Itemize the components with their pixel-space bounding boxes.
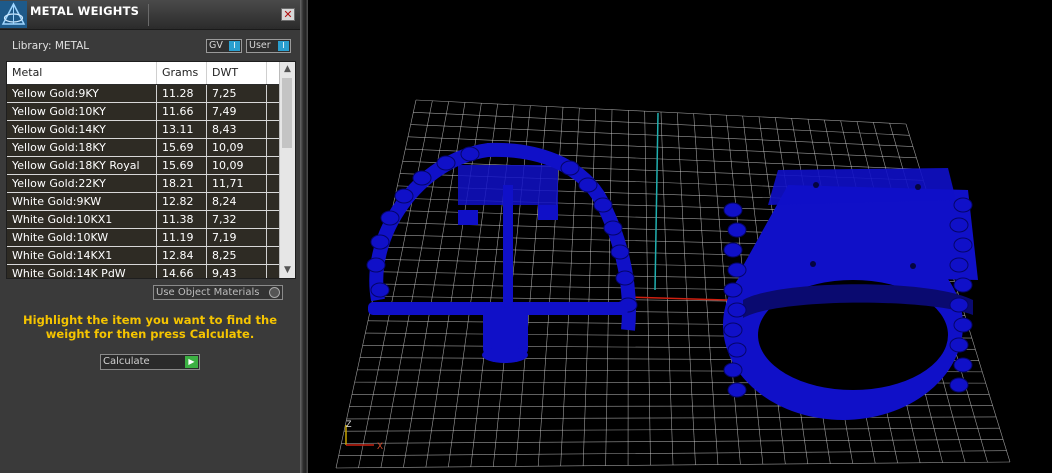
close-icon: ✕ [283,8,293,21]
axis-gizmo: Z X [345,419,383,451]
metal-table: Metal Grams DWT Yellow Gold:9KY 11.28 7,25… [6,61,296,279]
grams-cell: 12.84 [157,247,207,264]
gv-toggle-icon: I [229,41,240,51]
metal-cell: Yellow Gold:14KY [7,121,157,138]
table-header: Metal Grams DWT [7,62,279,84]
user-toggle-icon: I [278,41,289,51]
grams-cell: 18.21 [157,175,207,192]
metal-cell: White Gold:9KW [7,193,157,210]
use-object-materials-label: Use Object Materials [156,287,260,298]
table-row[interactable]: White Gold:14K PdW 14.66 9,43 [7,265,279,278]
user-label: User [249,40,271,51]
dwt-cell: 7,32 [207,211,267,228]
dwt-cell: 11,71 [207,175,267,192]
signet-ring-model [723,168,978,420]
table-row[interactable]: White Gold:14KX1 12.84 8,25 [7,247,279,265]
ring-gallery-model [366,142,638,363]
table-row[interactable]: Yellow Gold:10KY 11.66 7,49 [7,103,279,121]
use-object-materials-toggle[interactable]: Use Object Materials [153,285,283,300]
metal-weights-panel: METAL WEIGHTS ✕ Library: METAL GV I User… [0,0,300,473]
radio-icon [269,287,280,298]
gv-library-button[interactable]: GV I [206,39,242,53]
dwt-cell: 7,19 [207,229,267,246]
table-row[interactable]: Yellow Gold:18KY Royal 15.69 10,09 [7,157,279,175]
table-row[interactable]: White Gold:10KX1 11.38 7,32 [7,211,279,229]
dwt-cell: 8,25 [207,247,267,264]
panel-splitter[interactable] [300,0,308,473]
dwt-cell: 8,24 [207,193,267,210]
column-header-grams[interactable]: Grams [157,62,207,84]
title-divider [148,4,149,26]
table-scrollbar[interactable]: ▲ ▼ [279,62,295,278]
column-header-dwt[interactable]: DWT [207,62,267,84]
dwt-cell: 7,49 [207,103,267,120]
axis-x-label: X [377,441,383,451]
table-row[interactable]: Yellow Gold:18KY 15.69 10,09 [7,139,279,157]
metal-cell: Yellow Gold:9KY [7,85,157,102]
viewport-canvas: Z X [335,99,1011,469]
grams-cell: 15.69 [157,139,207,156]
metal-cell: Yellow Gold:18KY Royal [7,157,157,174]
panel-title: METAL WEIGHTS [30,4,140,18]
calculate-label: Calculate [103,356,150,367]
table-row[interactable]: White Gold:9KW 12.82 8,24 [7,193,279,211]
table-row[interactable]: Yellow Gold:9KY 11.28 7,25 [7,85,279,103]
metal-cell: White Gold:14KX1 [7,247,157,264]
axis-z-label: Z [346,419,352,429]
grams-cell: 12.82 [157,193,207,210]
dwt-cell: 10,09 [207,139,267,156]
dwt-cell: 10,09 [207,157,267,174]
grams-cell: 15.69 [157,157,207,174]
table-row[interactable]: Yellow Gold:14KY 13.11 8,43 [7,121,279,139]
scroll-thumb[interactable] [282,78,292,148]
play-arrow-icon: ▶ [185,356,198,368]
library-label: Library: METAL [12,40,90,52]
y-axis-line [654,112,659,291]
grams-cell: 13.11 [157,121,207,138]
panel-titlebar: METAL WEIGHTS ✕ [0,0,300,30]
dwt-cell: 9,43 [207,265,267,278]
column-header-metal[interactable]: Metal [7,62,157,84]
grams-cell: 11.66 [157,103,207,120]
grams-cell: 11.28 [157,85,207,102]
grams-cell: 11.19 [157,229,207,246]
scroll-up-icon[interactable]: ▲ [280,62,295,77]
dwt-cell: 8,43 [207,121,267,138]
metal-cell: White Gold:10KX1 [7,211,157,228]
instruction-text: Highlight the item you want to find the … [23,313,277,341]
calculate-button[interactable]: Calculate ▶ [100,354,200,370]
metal-cell: White Gold:14K PdW [7,265,157,278]
metal-cell: Yellow Gold:22KY [7,175,157,192]
3d-viewport[interactable]: Z X [308,0,1052,473]
metal-cell: White Gold:10KW [7,229,157,246]
close-button[interactable]: ✕ [281,8,295,21]
app-logo-icon [0,1,27,28]
grams-cell: 14.66 [157,265,207,278]
table-row[interactable]: Yellow Gold:22KY 18.21 11,71 [7,175,279,193]
user-library-button[interactable]: User I [246,39,291,53]
table-body: Yellow Gold:9KY 11.28 7,25 Yellow Gold:10KY… [7,85,279,278]
gv-label: GV [209,40,223,51]
metal-cell: Yellow Gold:18KY [7,139,157,156]
dwt-cell: 7,25 [207,85,267,102]
scroll-down-icon[interactable]: ▼ [280,263,295,278]
grams-cell: 11.38 [157,211,207,228]
table-row[interactable]: White Gold:10KW 11.19 7,19 [7,229,279,247]
metal-cell: Yellow Gold:10KY [7,103,157,120]
